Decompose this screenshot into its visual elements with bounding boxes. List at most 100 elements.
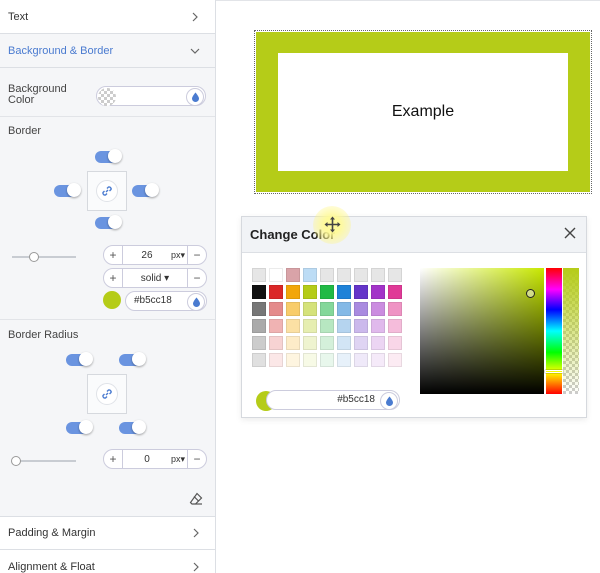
eraser-icon[interactable] [189, 492, 203, 506]
palette-swatch[interactable] [320, 285, 334, 299]
saturation-value-picker[interactable] [420, 268, 544, 394]
palette-swatch[interactable] [303, 302, 317, 316]
palette-swatch[interactable] [303, 285, 317, 299]
border-bottom-toggle[interactable] [95, 215, 122, 229]
saturation-value-handle[interactable] [526, 289, 535, 298]
link-icon [102, 186, 112, 196]
border-width-slider-handle[interactable] [29, 252, 39, 262]
palette-swatch[interactable] [337, 268, 351, 282]
palette-swatch[interactable] [286, 353, 300, 367]
close-button[interactable] [564, 227, 576, 242]
border-unit-select[interactable]: px▾ [171, 250, 187, 261]
palette-swatch[interactable] [320, 302, 334, 316]
border-radius-slider[interactable] [12, 460, 76, 462]
palette-swatch[interactable] [320, 319, 334, 333]
palette-swatch[interactable] [371, 302, 385, 316]
palette-swatch[interactable] [286, 302, 300, 316]
radius-bottom-right-toggle[interactable] [119, 420, 146, 434]
palette-swatch[interactable] [252, 302, 266, 316]
palette-swatch[interactable] [371, 336, 385, 350]
border-style-prev-button[interactable]: − [188, 271, 206, 285]
border-color-input[interactable]: #b5cc18 [125, 291, 207, 311]
palette-swatch[interactable] [371, 268, 385, 282]
section-background-border-header[interactable]: Background & Border [0, 34, 215, 68]
palette-swatch[interactable] [252, 319, 266, 333]
border-color-swatch[interactable] [103, 291, 121, 309]
palette-swatch[interactable] [252, 336, 266, 350]
palette-swatch[interactable] [303, 336, 317, 350]
palette-swatch[interactable] [354, 302, 368, 316]
border-width-value[interactable]: 26 [123, 250, 171, 261]
palette-swatch[interactable] [252, 268, 266, 282]
border-top-toggle[interactable] [95, 149, 122, 163]
palette-swatch[interactable] [269, 353, 283, 367]
palette-swatch[interactable] [388, 302, 402, 316]
palette-swatch[interactable] [286, 336, 300, 350]
border-color-picker-button[interactable] [187, 293, 205, 311]
palette-swatch[interactable] [320, 268, 334, 282]
radius-top-left-toggle[interactable] [66, 352, 93, 366]
border-style-select[interactable]: solid ▾ [123, 273, 187, 284]
palette-swatch[interactable] [337, 319, 351, 333]
border-right-toggle[interactable] [132, 183, 159, 197]
palette-swatch[interactable] [320, 336, 334, 350]
preview-selection[interactable]: Example [254, 30, 592, 194]
border-radius-decrease-button[interactable]: − [188, 452, 206, 466]
palette-swatch[interactable] [337, 353, 351, 367]
palette-swatch[interactable] [303, 353, 317, 367]
palette-swatch[interactable] [286, 319, 300, 333]
palette-swatch[interactable] [388, 285, 402, 299]
palette-swatch[interactable] [252, 285, 266, 299]
background-color-input[interactable] [96, 86, 206, 106]
radius-unit-select[interactable]: px▾ [171, 454, 187, 465]
eyedropper-button[interactable] [380, 392, 398, 410]
palette-swatch[interactable] [371, 319, 385, 333]
section-text-header[interactable]: Text [0, 0, 215, 34]
palette-swatch[interactable] [320, 353, 334, 367]
border-width-decrease-button[interactable]: − [188, 248, 206, 262]
hue-handle[interactable] [545, 370, 563, 373]
radius-top-right-toggle[interactable] [119, 352, 146, 366]
palette-swatch[interactable] [269, 319, 283, 333]
section-alignment-float-header[interactable]: Alignment & Float [0, 550, 215, 573]
border-style-next-button[interactable]: + [104, 271, 122, 285]
palette-swatch[interactable] [337, 285, 351, 299]
border-left-toggle[interactable] [54, 183, 81, 197]
radius-bottom-left-toggle[interactable] [66, 420, 93, 434]
palette-swatch[interactable] [354, 319, 368, 333]
palette-swatch[interactable] [354, 336, 368, 350]
palette-swatch[interactable] [371, 285, 385, 299]
dialog-header[interactable]: Change Color [242, 217, 586, 253]
palette-swatch[interactable] [337, 302, 351, 316]
palette-swatch[interactable] [286, 285, 300, 299]
palette-swatch[interactable] [269, 268, 283, 282]
border-radius-increase-button[interactable]: + [104, 452, 122, 466]
palette-swatch[interactable] [354, 353, 368, 367]
palette-swatch[interactable] [388, 319, 402, 333]
palette-swatch[interactable] [269, 285, 283, 299]
hex-color-input[interactable]: #b5cc18 [266, 390, 400, 410]
palette-swatch[interactable] [337, 336, 351, 350]
palette-swatch[interactable] [354, 285, 368, 299]
border-radius-value[interactable]: 0 [123, 454, 171, 465]
palette-swatch[interactable] [269, 302, 283, 316]
palette-swatch[interactable] [252, 353, 266, 367]
palette-swatch[interactable] [303, 319, 317, 333]
hue-slider[interactable] [545, 268, 563, 394]
palette-swatch[interactable] [388, 336, 402, 350]
palette-swatch[interactable] [286, 268, 300, 282]
palette-swatch[interactable] [388, 268, 402, 282]
border-width-increase-button[interactable]: + [104, 248, 122, 262]
palette-swatch[interactable] [371, 353, 385, 367]
color-picker-button[interactable] [186, 88, 204, 106]
radius-link-button[interactable] [96, 383, 118, 405]
palette-swatch[interactable] [388, 353, 402, 367]
section-padding-margin-header[interactable]: Padding & Margin [0, 516, 215, 550]
palette-swatch[interactable] [354, 268, 368, 282]
border-link-button[interactable] [96, 180, 118, 202]
palette-swatch[interactable] [303, 268, 317, 282]
palette-swatch[interactable] [269, 336, 283, 350]
border-width-slider[interactable] [12, 256, 76, 258]
alpha-slider[interactable] [563, 268, 579, 394]
border-radius-slider-handle[interactable] [11, 456, 21, 466]
